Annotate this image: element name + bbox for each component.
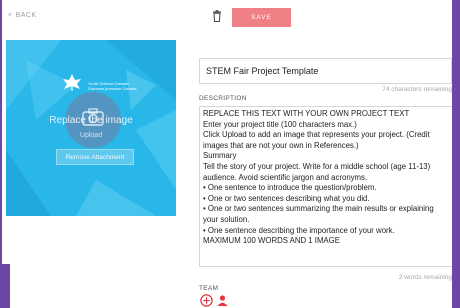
project-editor: < BACK SAVE Youth Science Canada Science… bbox=[0, 0, 460, 308]
frame-left bbox=[0, 0, 2, 308]
trash-icon[interactable] bbox=[212, 10, 222, 22]
remove-attachment-button[interactable]: Remove Attachment bbox=[56, 149, 134, 165]
description-line: Click Upload to add an image that repres… bbox=[203, 130, 430, 140]
description-line: • One sentence describing the importance… bbox=[203, 225, 395, 235]
description-textarea[interactable]: REPLACE THIS TEXT WITH YOUR OWN PROJECT … bbox=[199, 106, 453, 267]
back-label: BACK bbox=[15, 12, 37, 19]
title-char-counter: 74 characters remaining bbox=[382, 86, 452, 93]
description-line: your solution. bbox=[203, 214, 250, 224]
description-line: audience. Avoid scientific jargon and ac… bbox=[203, 172, 368, 182]
camera-icon bbox=[82, 108, 104, 126]
description-line: • One or two sentences describing what y… bbox=[203, 193, 370, 203]
team-label: TEAM bbox=[199, 285, 219, 292]
chevron-left-icon: < bbox=[8, 12, 13, 19]
description-line: • One or two sentences summarizing the m… bbox=[203, 204, 434, 214]
team-member-avatar[interactable] bbox=[216, 294, 229, 307]
logo-text: Youth Science Canada Sciences jeunesse C… bbox=[88, 81, 136, 91]
project-title-input[interactable]: STEM Fair Project Template bbox=[199, 58, 452, 84]
description-line: REPLACE THIS TEXT WITH YOUR OWN PROJECT … bbox=[203, 109, 410, 118]
description-line: Tell the story of your project. Write fo… bbox=[203, 161, 431, 171]
back-button[interactable]: < BACK bbox=[8, 12, 37, 19]
frame-left-bottom bbox=[0, 264, 10, 308]
add-team-member-icon[interactable] bbox=[200, 294, 213, 307]
upload-button[interactable]: Upload bbox=[6, 132, 176, 139]
description-line: Enter your project title (100 characters… bbox=[203, 119, 357, 129]
description-line: images that are not your own in Referenc… bbox=[203, 140, 359, 150]
description-line: MAXIMUM 100 WORDS AND 1 IMAGE bbox=[203, 236, 340, 246]
description-label: DESCRIPTION bbox=[199, 95, 247, 102]
description-line: • One sentence to introduce the question… bbox=[203, 183, 377, 193]
description-line: Summary bbox=[203, 151, 237, 161]
frame-right bbox=[452, 0, 460, 308]
project-image-panel: Youth Science Canada Sciences jeunesse C… bbox=[6, 40, 176, 216]
save-button[interactable]: SAVE bbox=[232, 8, 291, 27]
top-bar: < BACK SAVE bbox=[0, 0, 460, 34]
description-word-counter: 2 words remaining bbox=[398, 274, 452, 281]
logo-line-2: Sciences jeunesse Canada bbox=[88, 86, 137, 91]
